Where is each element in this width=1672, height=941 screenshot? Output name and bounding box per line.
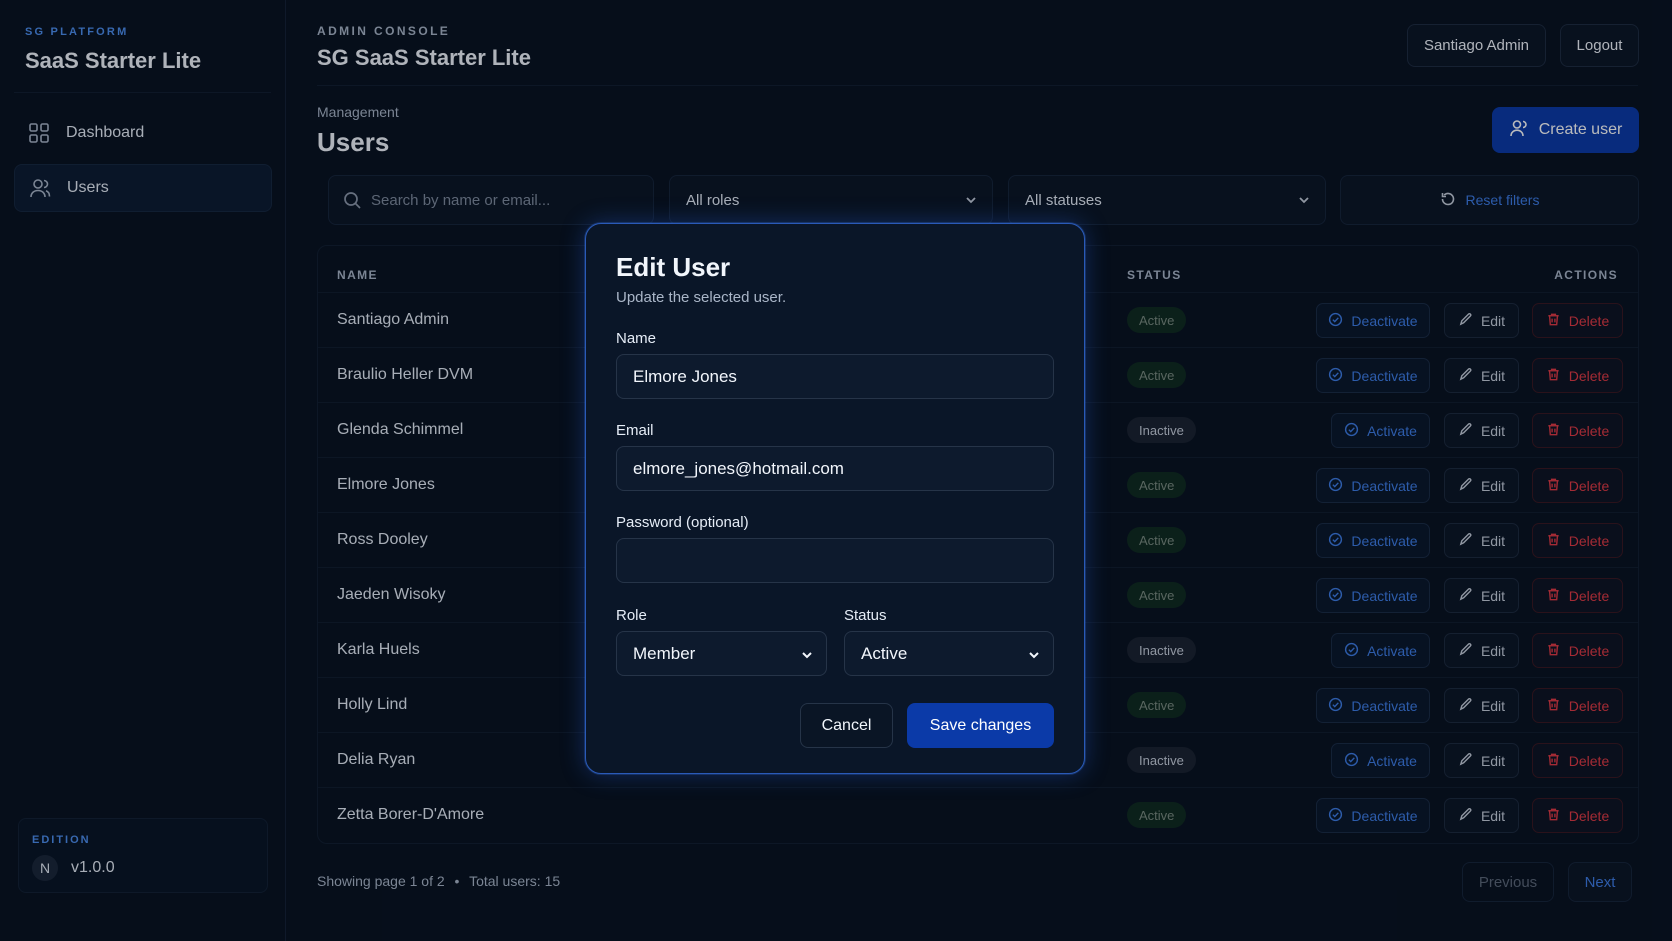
role-select-value: Member bbox=[633, 643, 696, 663]
edit-user-dialog: Edit User Update the selected user. Name… bbox=[585, 223, 1085, 774]
role-select[interactable]: Member bbox=[616, 631, 827, 676]
chevron-down-icon bbox=[1027, 647, 1041, 667]
cancel-button[interactable]: Cancel bbox=[800, 703, 893, 748]
password-field[interactable] bbox=[616, 538, 1054, 583]
email-field[interactable]: elmore_jones@hotmail.com bbox=[616, 446, 1054, 491]
dialog-title: Edit User bbox=[616, 252, 731, 282]
role-label: Role bbox=[616, 607, 647, 624]
status-select-value: Active bbox=[861, 643, 908, 663]
dialog-subtitle: Update the selected user. bbox=[616, 289, 787, 306]
status-label: Status bbox=[844, 607, 887, 624]
password-label: Password (optional) bbox=[616, 514, 749, 531]
name-field[interactable]: Elmore Jones bbox=[616, 354, 1054, 399]
email-label: Email bbox=[616, 422, 654, 439]
status-select[interactable]: Active bbox=[844, 631, 1054, 676]
name-label: Name bbox=[616, 330, 657, 347]
chevron-down-icon bbox=[800, 647, 814, 667]
save-changes-button[interactable]: Save changes bbox=[907, 703, 1054, 748]
